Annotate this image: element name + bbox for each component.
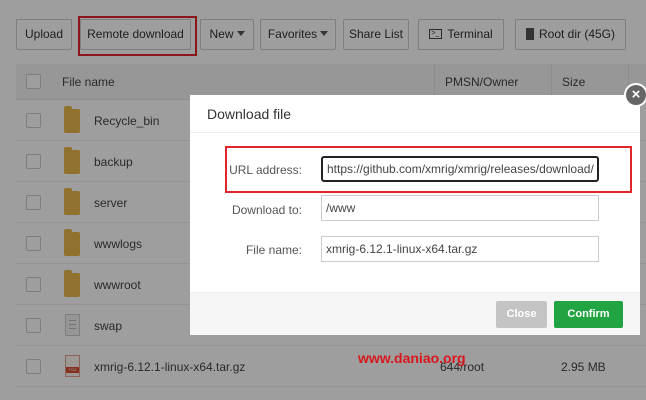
download-file-dialog: Download file URL address: https://githu… — [190, 95, 640, 335]
confirm-button[interactable]: Confirm — [554, 301, 623, 328]
dialog-title: Download file — [190, 95, 640, 133]
close-icon-glyph: × — [626, 85, 646, 105]
close-icon[interactable]: × — [624, 83, 646, 107]
watermark: www.daniao.org — [358, 350, 466, 366]
file-name-label: File name: — [245, 243, 302, 257]
dialog-footer: Close Confirm — [190, 292, 640, 335]
file-name-input[interactable]: xmrig-6.12.1-linux-x64.tar.gz — [321, 236, 599, 262]
url-highlight — [225, 146, 632, 193]
close-button[interactable]: Close — [496, 301, 547, 328]
download-to-label: Download to: — [231, 203, 302, 217]
download-to-input[interactable]: /www — [321, 195, 599, 221]
